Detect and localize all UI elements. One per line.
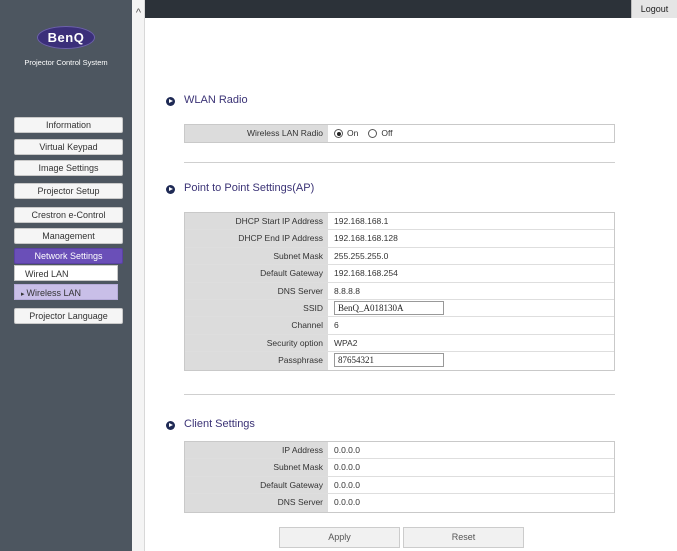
table-row: Channel 6 [185, 317, 614, 335]
sidebar-scrollbar[interactable]: ^ [132, 0, 145, 551]
channel-label: Channel [185, 317, 328, 334]
table-row: DNS Server 0.0.0.0 [185, 494, 614, 512]
channel-value: 6 [334, 320, 339, 331]
radio-on[interactable] [334, 129, 343, 138]
apply-button[interactable]: Apply [279, 527, 400, 548]
wireless-lan-radio-label: Wireless LAN Radio [185, 125, 328, 143]
dns-server-label: DNS Server [185, 282, 328, 299]
table-row: SSID [185, 299, 614, 318]
nav-image-settings[interactable]: Image Settings [14, 160, 123, 176]
passphrase-input[interactable] [334, 353, 444, 368]
nav-information[interactable]: Information [14, 117, 123, 133]
top-bar: Logout [145, 0, 677, 18]
client-dns-value: 0.0.0.0 [334, 497, 360, 508]
section-bullet-icon [166, 185, 175, 194]
client-ip-value: 0.0.0.0 [334, 445, 360, 455]
reset-button[interactable]: Reset [403, 527, 524, 548]
dhcp-end-label: DHCP End IP Address [185, 230, 328, 247]
subnav-wireless-lan[interactable]: ▸ Wireless LAN [14, 284, 118, 300]
table-row: Security option WPA2 [185, 334, 614, 353]
client-subnet-label: Subnet Mask [185, 459, 328, 476]
security-option-value: WPA2 [334, 337, 358, 348]
table-row: Subnet Mask 0.0.0.0 [185, 459, 614, 477]
default-gateway-value: 192.168.168.254 [334, 268, 398, 279]
client-ip-label: IP Address [185, 442, 328, 459]
subnet-mask-value: 255.255.255.0 [334, 250, 389, 261]
table-row: DNS Server 8.8.8.8 [185, 282, 614, 300]
table-row: Subnet Mask 255.255.255.0 [185, 247, 614, 266]
benq-logo: BenQ [37, 26, 95, 49]
dns-server-value: 8.8.8.8 [334, 285, 360, 296]
default-gateway-label: Default Gateway [185, 265, 328, 282]
nav-network-settings[interactable]: Network Settings [14, 248, 123, 264]
client-gateway-label: Default Gateway [185, 476, 328, 494]
subnav-wireless-lan-label: Wireless LAN [26, 288, 82, 298]
table-row: Passphrase [185, 352, 614, 370]
scroll-up-icon[interactable]: ^ [134, 8, 143, 19]
subnet-mask-label: Subnet Mask [185, 247, 328, 265]
selected-marker-icon: ▸ [21, 291, 25, 298]
logout-button[interactable]: Logout [631, 0, 677, 18]
section-bullet-icon [166, 97, 175, 106]
wlan-radio-table: Wireless LAN Radio On Off [184, 124, 615, 144]
client-dns-label: DNS Server [185, 494, 328, 512]
sidebar: BenQ Projector Control System Informatio… [0, 0, 132, 551]
divider [184, 394, 615, 395]
subnav-wired-lan[interactable]: Wired LAN [14, 265, 118, 281]
section-bullet-icon [166, 421, 175, 430]
nav-management[interactable]: Management [14, 228, 123, 244]
ssid-cell [328, 300, 614, 316]
wlan-radio-title: WLAN Radio [184, 94, 248, 106]
system-title: Projector Control System [24, 58, 108, 67]
client-settings-title: Client Settings [184, 418, 255, 430]
nav-virtual-keypad[interactable]: Virtual Keypad [14, 139, 123, 155]
radio-off[interactable] [368, 129, 378, 138]
table-row: DHCP Start IP Address 192.168.168.1 [185, 213, 614, 231]
p2p-table: DHCP Start IP Address 192.168.168.1 DHCP… [184, 212, 615, 371]
client-table: IP Address 0.0.0.0 Subnet Mask 0.0.0.0 D… [184, 441, 615, 513]
table-row: Default Gateway 0.0.0.0 [185, 476, 614, 495]
ssid-input[interactable] [334, 300, 444, 315]
dhcp-end-value: 192.168.168.128 [334, 233, 398, 244]
dhcp-start-label: DHCP Start IP Address [185, 213, 328, 230]
ssid-label: SSID [185, 299, 328, 317]
security-option-label: Security option [185, 334, 328, 352]
nav-projector-language[interactable]: Projector Language [14, 308, 123, 324]
table-row: Wireless LAN Radio On Off [185, 125, 614, 143]
client-subnet-value: 0.0.0.0 [334, 462, 360, 473]
client-gateway-value: 0.0.0.0 [334, 479, 360, 490]
table-row: IP Address 0.0.0.0 [185, 442, 614, 460]
passphrase-label: Passphrase [185, 352, 328, 370]
p2p-title: Point to Point Settings(AP) [184, 182, 315, 194]
passphrase-cell [328, 352, 614, 369]
radio-on-label[interactable]: On [347, 125, 358, 142]
divider [184, 162, 615, 163]
table-row: Default Gateway 192.168.168.254 [185, 265, 614, 283]
dhcp-start-value: 192.168.168.1 [334, 216, 389, 226]
wireless-lan-radio-value: On Off [328, 125, 614, 142]
table-row: DHCP End IP Address 192.168.168.128 [185, 230, 614, 248]
nav-projector-setup[interactable]: Projector Setup [14, 183, 123, 199]
radio-off-label[interactable]: Off [381, 125, 392, 142]
nav-crestron-e-control[interactable]: Crestron e-Control [14, 207, 123, 223]
